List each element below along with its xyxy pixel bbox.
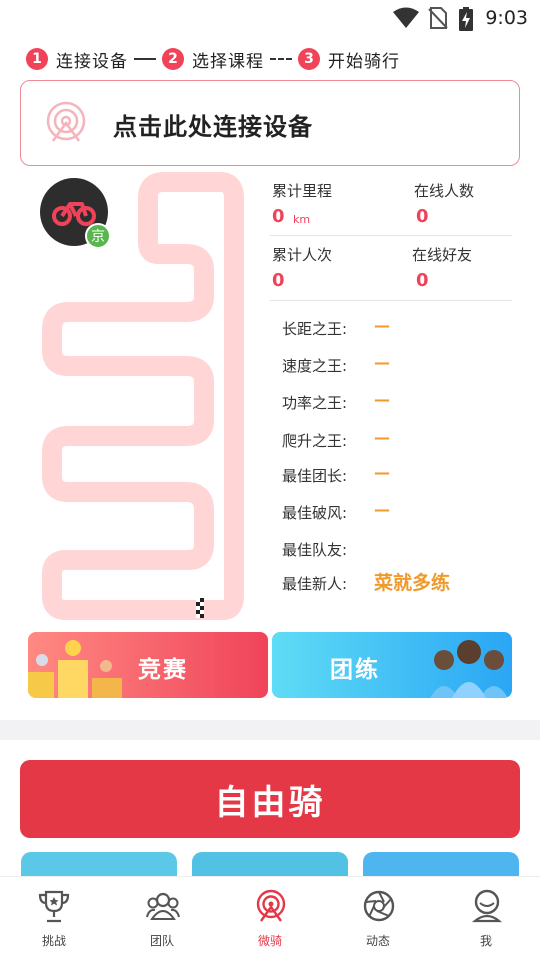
podium-icon <box>28 640 122 698</box>
finish-flag-icon <box>196 598 204 618</box>
race-mode-button[interactable]: 竞赛 <box>28 632 268 698</box>
step-number: 1 <box>26 48 48 70</box>
step-select-course: 2 选择课程 <box>162 47 264 72</box>
king-value: — <box>374 390 390 409</box>
king-value: — <box>374 353 390 372</box>
stats-divider <box>270 235 512 236</box>
online-friends-label: 在线好友 <box>412 246 473 264</box>
team-icon <box>146 892 180 920</box>
section-divider <box>0 720 540 740</box>
step-label: 选择课程 <box>192 51 264 72</box>
step-number: 3 <box>298 48 320 70</box>
nav-label: 挑战 <box>41 934 66 948</box>
free-ride-button[interactable]: 自由骑 <box>20 760 520 838</box>
no-sim-icon <box>428 7 448 29</box>
bottom-nav: 挑战 团队 微骑 动态 我 <box>0 876 540 960</box>
nav-challenge[interactable]: 挑战 <box>0 877 108 961</box>
nav-label: 我 <box>479 934 492 948</box>
aperture-icon <box>363 890 395 922</box>
king-label: 最佳团长: <box>282 467 348 485</box>
profile-icon <box>471 889 503 923</box>
status-bar: 9:03 <box>0 0 540 36</box>
step-separator <box>134 58 156 60</box>
device-signal-icon <box>46 101 86 142</box>
total-rides-label: 累计人次 <box>272 246 333 264</box>
nav-label: 团队 <box>149 934 174 948</box>
wifi-icon <box>393 7 419 28</box>
stats-divider <box>270 300 512 301</box>
king-value: — <box>374 428 390 447</box>
online-users-label: 在线人数 <box>414 182 475 200</box>
ride-icon <box>256 889 286 922</box>
step-separator <box>270 58 292 60</box>
setup-steps: 1 连接设备 2 选择课程 3 开始骑行 <box>26 46 400 72</box>
king-label: 长距之王: <box>282 320 348 338</box>
total-distance-value: 0 <box>272 206 285 227</box>
step-number: 2 <box>162 48 184 70</box>
online-friends-value: 0 <box>416 270 429 291</box>
nav-label: 动态 <box>365 934 390 948</box>
king-label: 最佳破风: <box>282 504 348 522</box>
connect-device-label: 点击此处连接设备 <box>113 113 313 141</box>
team-training-label: 团练 <box>330 657 380 683</box>
king-value: — <box>374 316 390 335</box>
king-value: 菜就多练 <box>374 572 451 594</box>
total-distance-unit: km <box>293 213 311 226</box>
king-label: 最佳新人: <box>282 575 348 593</box>
nav-team[interactable]: 团队 <box>108 877 216 961</box>
connect-device-button[interactable]: 点击此处连接设备 <box>20 80 520 166</box>
king-value: — <box>374 500 390 519</box>
online-users-value: 0 <box>416 206 429 227</box>
king-label: 最佳队友: <box>282 541 348 559</box>
battery-charging-icon <box>459 7 473 31</box>
nav-moments[interactable]: 动态 <box>324 877 432 961</box>
nav-me[interactable]: 我 <box>432 877 540 961</box>
race-mode-label: 竞赛 <box>138 657 188 683</box>
king-label: 爬升之王: <box>282 432 348 450</box>
step-label: 连接设备 <box>56 51 128 72</box>
nav-label: 微骑 <box>257 934 282 948</box>
clock: 9:03 <box>485 7 528 29</box>
king-value: — <box>374 463 390 482</box>
team-people-icon <box>430 640 508 698</box>
total-distance-label: 累计里程 <box>272 182 333 200</box>
step-start-ride: 3 开始骑行 <box>298 47 400 72</box>
step-label: 开始骑行 <box>328 51 400 72</box>
team-training-button[interactable]: 团练 <box>272 632 512 698</box>
king-label: 速度之王: <box>282 357 348 375</box>
nav-ride[interactable]: 微骑 <box>216 877 324 961</box>
trophy-icon <box>38 890 70 923</box>
step-connect-device: 1 连接设备 <box>26 47 128 72</box>
king-label: 功率之王: <box>282 394 348 412</box>
total-rides-value: 0 <box>272 270 285 291</box>
region-badge: 京 <box>85 223 111 249</box>
